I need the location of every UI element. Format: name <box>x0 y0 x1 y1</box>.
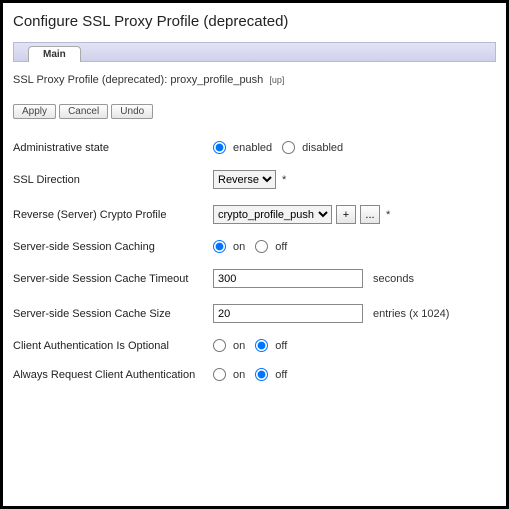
breadcrumb-prefix: SSL Proxy Profile (deprecated): <box>13 74 170 86</box>
suffix-seconds: seconds <box>373 273 414 285</box>
radio-label-enabled: enabled <box>233 142 272 154</box>
radio-label-on: on <box>233 340 245 352</box>
tab-bar: Main <box>13 42 496 62</box>
breadcrumb-up-link[interactable]: [up] <box>269 75 284 85</box>
label-ss-cache: Server-side Session Caching <box>13 241 213 253</box>
radio-label-on: on <box>233 241 245 253</box>
label-ss-cache-size: Server-side Session Cache Size <box>13 308 213 320</box>
label-ssl-direction: SSL Direction <box>13 174 213 186</box>
breadcrumb-name: proxy_profile_push <box>170 74 263 86</box>
radio-client-auth-on[interactable] <box>213 339 226 352</box>
radio-always-req-off[interactable] <box>255 368 268 381</box>
row-ss-cache: Server-side Session Caching on off <box>13 240 496 253</box>
row-ssl-direction: SSL Direction Reverse * <box>13 170 496 189</box>
radio-admin-disabled[interactable] <box>282 141 295 154</box>
row-ss-cache-timeout: Server-side Session Cache Timeout second… <box>13 269 496 288</box>
cancel-button[interactable]: Cancel <box>59 104 108 119</box>
label-admin-state: Administrative state <box>13 142 213 154</box>
row-admin-state: Administrative state enabled disabled <box>13 141 496 154</box>
label-always-req-auth: Always Request Client Authentication <box>13 369 213 381</box>
radio-ss-cache-off[interactable] <box>255 240 268 253</box>
label-reverse-profile: Reverse (Server) Crypto Profile <box>13 209 213 221</box>
apply-button[interactable]: Apply <box>13 104 56 119</box>
radio-label-off: off <box>275 241 287 253</box>
label-ss-cache-timeout: Server-side Session Cache Timeout <box>13 273 213 285</box>
radio-label-disabled: disabled <box>302 142 343 154</box>
required-marker: * <box>386 209 390 221</box>
add-profile-button[interactable]: + <box>336 205 356 224</box>
input-ss-cache-size[interactable] <box>213 304 363 323</box>
required-marker: * <box>282 174 286 186</box>
radio-admin-enabled[interactable] <box>213 141 226 154</box>
radio-client-auth-off[interactable] <box>255 339 268 352</box>
input-ss-cache-timeout[interactable] <box>213 269 363 288</box>
page-title: Configure SSL Proxy Profile (deprecated) <box>13 13 496 30</box>
select-ssl-direction[interactable]: Reverse <box>213 170 276 189</box>
undo-button[interactable]: Undo <box>111 104 153 119</box>
select-reverse-profile[interactable]: crypto_profile_push <box>213 205 332 224</box>
suffix-entries: entries (x 1024) <box>373 308 449 320</box>
row-reverse-profile: Reverse (Server) Crypto Profile crypto_p… <box>13 205 496 224</box>
radio-label-off: off <box>275 340 287 352</box>
row-always-req-auth: Always Request Client Authentication on … <box>13 368 496 381</box>
more-profile-button[interactable]: ... <box>360 205 380 224</box>
radio-label-off: off <box>275 369 287 381</box>
label-client-auth-opt: Client Authentication Is Optional <box>13 340 213 352</box>
radio-ss-cache-on[interactable] <box>213 240 226 253</box>
breadcrumb: SSL Proxy Profile (deprecated): proxy_pr… <box>13 74 496 86</box>
row-ss-cache-size: Server-side Session Cache Size entries (… <box>13 304 496 323</box>
tab-main[interactable]: Main <box>28 46 81 62</box>
radio-always-req-on[interactable] <box>213 368 226 381</box>
row-client-auth-opt: Client Authentication Is Optional on off <box>13 339 496 352</box>
action-row: Apply Cancel Undo <box>13 104 496 119</box>
radio-label-on: on <box>233 369 245 381</box>
